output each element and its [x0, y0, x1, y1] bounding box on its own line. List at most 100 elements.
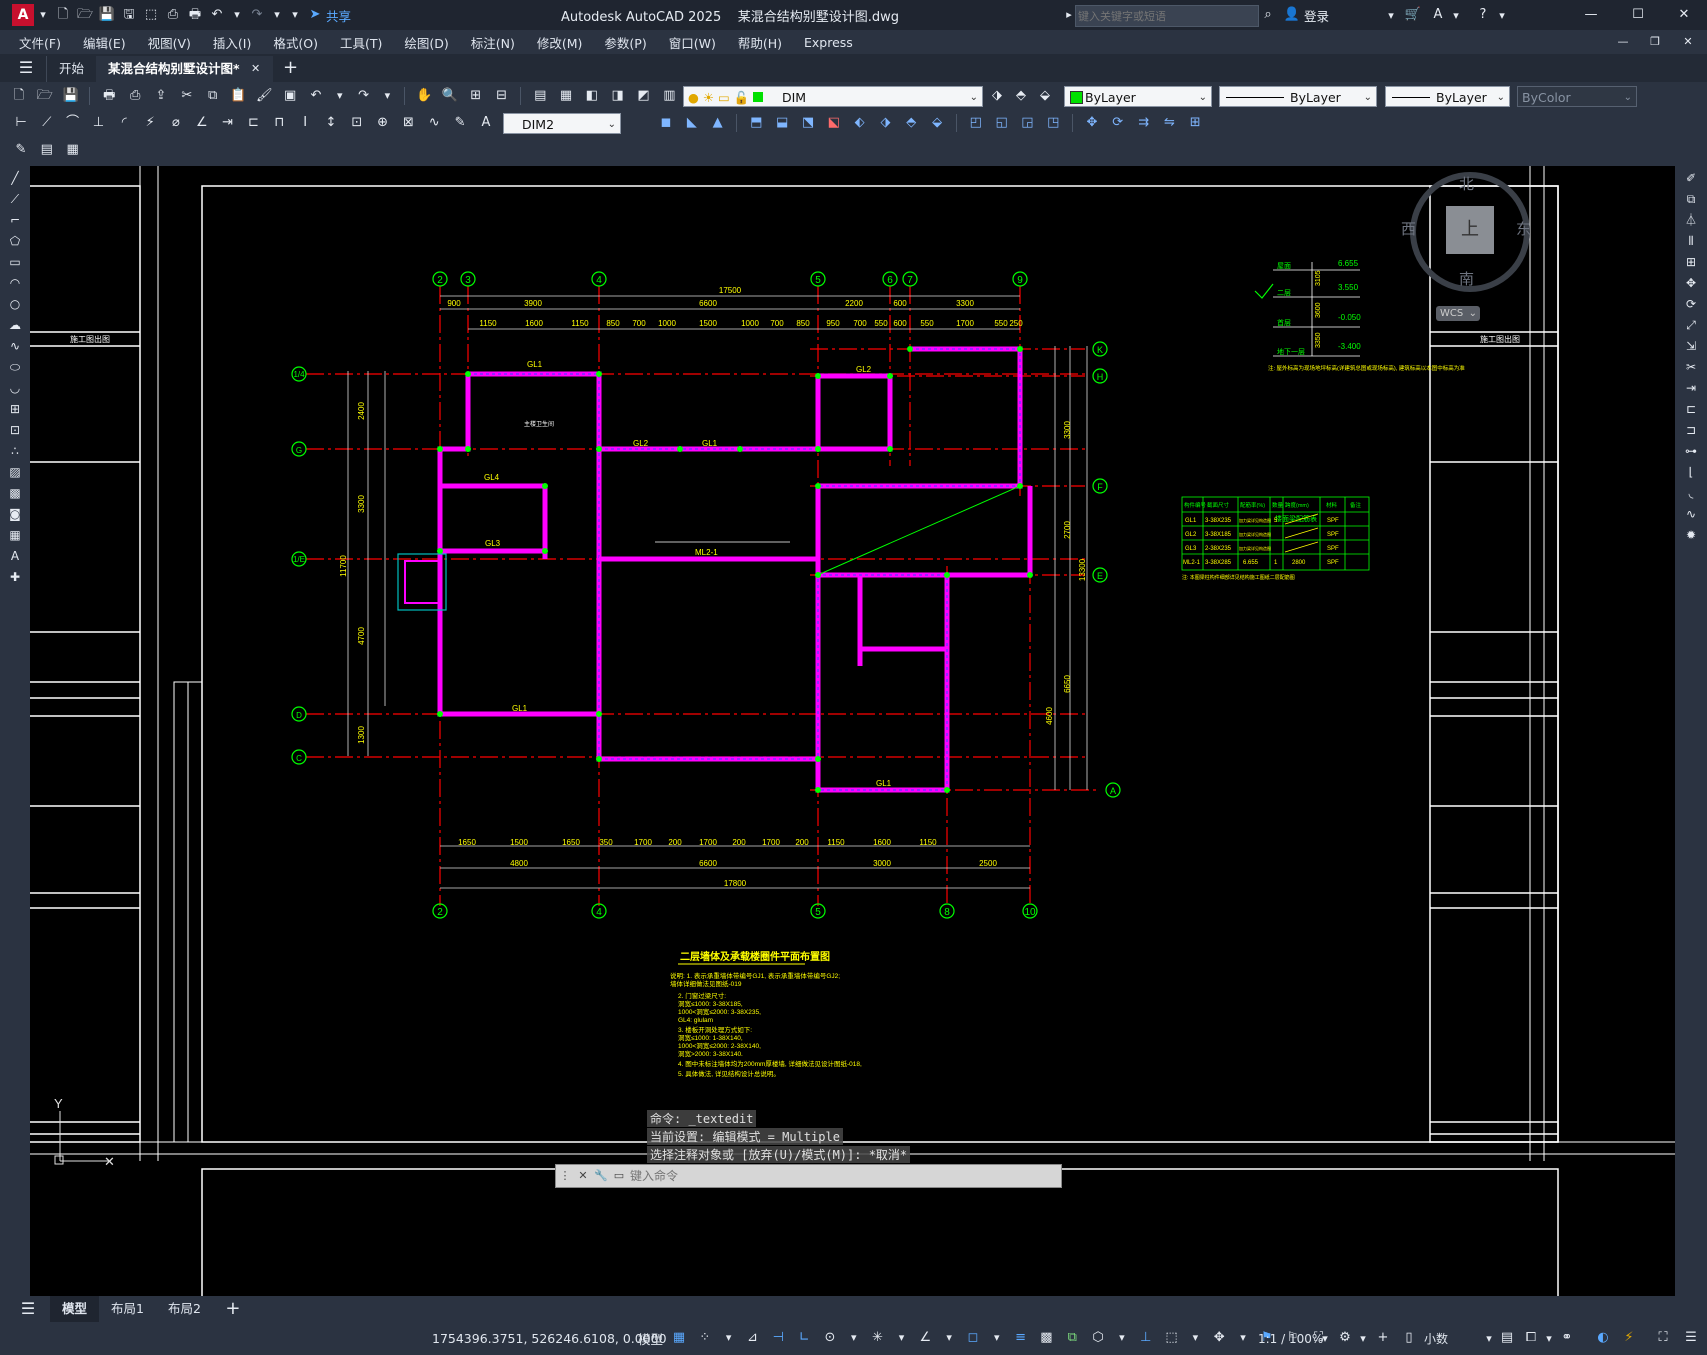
annotation-monitor-icon[interactable]: +: [1373, 1328, 1393, 1348]
lock-ui-icon[interactable]: ⧠: [1521, 1328, 1541, 1348]
subtract-icon[interactable]: ⬘: [901, 113, 921, 133]
union-icon[interactable]: ⬗: [875, 113, 895, 133]
array-3d-icon[interactable]: ⊞: [1185, 113, 1205, 133]
print-icon[interactable]: 🖶: [185, 5, 205, 25]
edit-attribute-icon[interactable]: ✎: [11, 140, 31, 160]
autodesk-account-icon[interactable]: A: [1428, 5, 1448, 25]
help-icon[interactable]: ?: [1473, 5, 1493, 25]
attribute-manager-icon[interactable]: ▤: [37, 140, 57, 160]
break-icon[interactable]: ⊐: [1681, 421, 1701, 439]
calculator-icon[interactable]: ▥: [659, 86, 679, 106]
stretch-icon[interactable]: ⇲: [1681, 337, 1701, 355]
region-icon[interactable]: ◙: [5, 505, 25, 523]
gizmo-chevron-icon[interactable]: ▾: [1235, 1328, 1251, 1348]
gradient-icon[interactable]: ▩: [5, 484, 25, 502]
tracking-chevron-icon[interactable]: ▾: [941, 1328, 957, 1348]
array-icon[interactable]: ⊞: [1681, 253, 1701, 271]
ortho-icon[interactable]: ∟: [794, 1328, 814, 1348]
angular-icon[interactable]: ∠: [192, 113, 212, 133]
scale-icon[interactable]: ⤢: [1681, 316, 1701, 334]
tab-model[interactable]: 模型: [50, 1296, 100, 1322]
annotation-scale-value[interactable]: 1:1 / 100%: [1258, 1332, 1323, 1346]
login-chevron-icon[interactable]: ▾: [1383, 6, 1399, 26]
infer-constraints-icon[interactable]: ⊿: [742, 1328, 762, 1348]
line-icon[interactable]: ╱: [5, 169, 25, 187]
extend-icon[interactable]: ⇥: [1681, 379, 1701, 397]
pan-icon[interactable]: ✋: [414, 86, 434, 106]
model-space-button[interactable]: 模型: [638, 1329, 663, 1348]
center-mark-icon[interactable]: ⊕: [373, 113, 393, 133]
redo-icon[interactable]: ↷: [247, 5, 267, 25]
transparency-icon[interactable]: ▩: [1036, 1328, 1056, 1348]
share-button[interactable]: 共享: [326, 6, 351, 25]
revision-cloud-icon[interactable]: ☁: [5, 316, 25, 334]
linear-dim-icon[interactable]: ⊢: [11, 113, 31, 133]
sheet-set-icon[interactable]: ◨: [608, 86, 628, 106]
rectangle-icon[interactable]: ▭: [5, 253, 25, 271]
polyline-icon[interactable]: ⌐: [5, 211, 25, 229]
viewcube[interactable]: 北 南 西 东 上: [1401, 172, 1531, 292]
rotate-3d-icon[interactable]: ⟳: [1108, 113, 1128, 133]
extrude-icon[interactable]: ⬒: [746, 113, 766, 133]
doc-restore-icon[interactable]: ❐: [1647, 32, 1663, 52]
menu-window[interactable]: 窗口(W): [658, 33, 727, 52]
viewcube-west[interactable]: 西: [1401, 218, 1416, 239]
publish-icon[interactable]: ⇪: [151, 86, 171, 106]
gizmo-icon[interactable]: ✥: [1209, 1328, 1229, 1348]
plot-icon[interactable]: 🖶: [99, 86, 119, 106]
menu-tools[interactable]: 工具(T): [329, 33, 393, 52]
app-logo[interactable]: A: [12, 4, 34, 26]
copy-icon[interactable]: ⧉: [203, 86, 223, 106]
presspull-icon[interactable]: ⬓: [772, 113, 792, 133]
properties-icon[interactable]: ▤: [530, 86, 550, 106]
section-icon[interactable]: ◲: [1017, 113, 1037, 133]
menu-modify[interactable]: 修改(M): [526, 33, 594, 52]
wcs-button[interactable]: WCS ⌄: [1436, 306, 1480, 321]
minimize-icon[interactable]: —: [1581, 5, 1601, 25]
search-input[interactable]: [1075, 5, 1259, 27]
save-as-icon[interactable]: 🖫: [119, 5, 139, 25]
account-chevron-icon[interactable]: ▾: [1448, 6, 1464, 26]
redo-tb-chevron-icon[interactable]: ▾: [379, 86, 395, 106]
wedge-icon[interactable]: ◣: [682, 113, 702, 133]
user-icon[interactable]: 👤: [1282, 5, 1302, 25]
tolerance-icon[interactable]: ⊡: [347, 113, 367, 133]
coordinates-readout[interactable]: 1754396.3751, 526246.6108, 0.0000: [432, 1331, 667, 1346]
mtext-icon[interactable]: A: [5, 547, 25, 565]
layer-dropdown[interactable]: ● ☀ ▭ 🔓 DIM ⌄: [683, 86, 983, 107]
doc-minimize-icon[interactable]: —: [1615, 32, 1631, 52]
lock-chevron-icon[interactable]: ▾: [1541, 1329, 1557, 1349]
align-3d-icon[interactable]: ⇉: [1134, 113, 1154, 133]
maximize-icon[interactable]: ☐: [1628, 5, 1648, 25]
tab-document[interactable]: 某混合结构别墅设计图* ✕: [96, 56, 273, 82]
open-web-icon[interactable]: ⬚: [141, 5, 161, 25]
radius-icon[interactable]: ◜: [114, 113, 134, 133]
3d-osnap-chevron-icon[interactable]: ▾: [1114, 1328, 1130, 1348]
diameter-icon[interactable]: ⌀: [166, 113, 186, 133]
share-icon[interactable]: ➤: [305, 5, 325, 25]
zoom-previous-icon[interactable]: ⊟: [492, 86, 512, 106]
graphics-performance-icon[interactable]: ⚡: [1619, 1328, 1639, 1348]
color-dropdown[interactable]: ByLayer ⌄: [1064, 86, 1212, 107]
customize-chevron-icon[interactable]: ▾: [287, 5, 303, 25]
table-icon[interactable]: ▦: [5, 526, 25, 544]
jogged-icon[interactable]: ⚡: [140, 113, 160, 133]
cone-icon[interactable]: ▲: [708, 113, 728, 133]
box-icon[interactable]: ◼: [656, 113, 676, 133]
dim-edit-icon[interactable]: ✎: [450, 113, 470, 133]
tab-close-icon[interactable]: ✕: [248, 59, 264, 79]
menu-parametric[interactable]: 参数(P): [593, 33, 657, 52]
layout-menu-icon[interactable]: ☰: [18, 1299, 38, 1319]
ordinate-icon[interactable]: ⊥: [88, 113, 108, 133]
break-at-point-icon[interactable]: ⊏: [1681, 400, 1701, 418]
search-icon[interactable]: ⌕: [1258, 5, 1278, 25]
aligned-dim-icon[interactable]: ⟋: [37, 113, 57, 133]
preview-icon[interactable]: ⎙: [125, 86, 145, 106]
linetype-dropdown[interactable]: ByLayer ⌄: [1219, 86, 1377, 107]
hamburger-menu-icon[interactable]: ☰: [16, 58, 36, 78]
menu-express[interactable]: Express: [793, 35, 864, 50]
command-customize-icon[interactable]: 🔧: [593, 1166, 609, 1186]
menu-dimension[interactable]: 标注(N): [460, 33, 526, 52]
grid-icon[interactable]: ▦: [669, 1328, 689, 1348]
make-current-layer-icon[interactable]: ⬗: [987, 86, 1007, 106]
